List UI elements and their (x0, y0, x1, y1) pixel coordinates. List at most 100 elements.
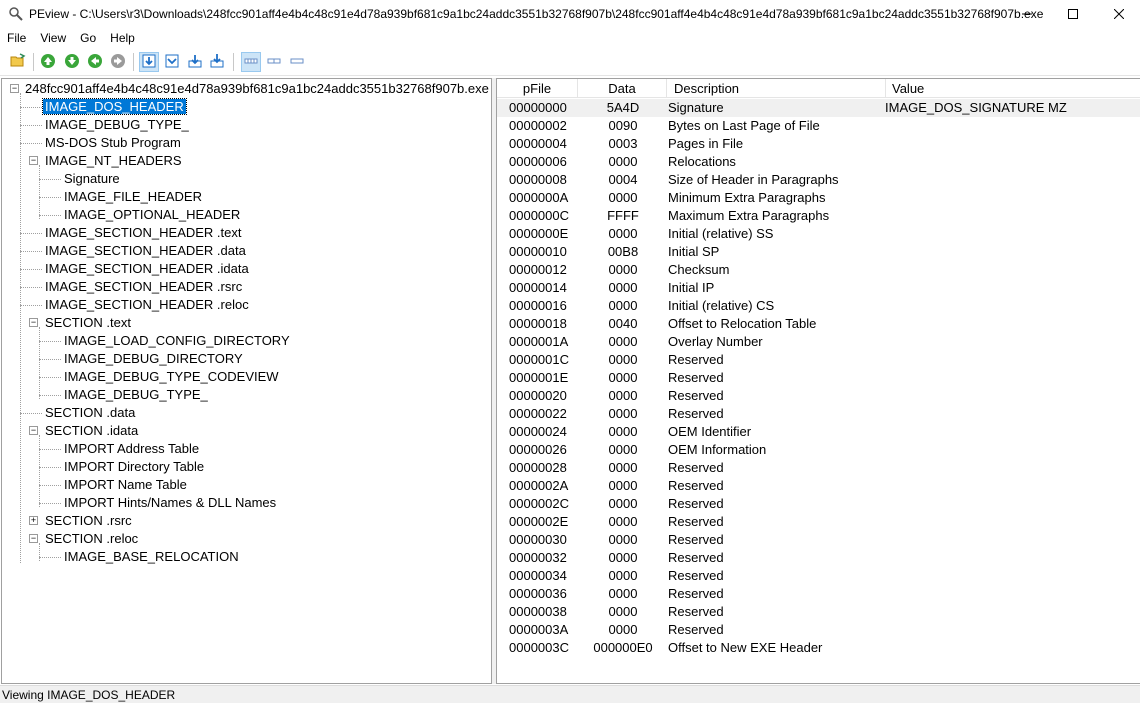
table-row[interactable]: 0000001A 0000 Overlay Number (497, 333, 1140, 351)
table-row[interactable]: 00000028 0000 Reserved (497, 459, 1140, 477)
table-row[interactable]: 0000000A 0000 Minimum Extra Paragraphs (497, 189, 1140, 207)
tree-item-import-directory-table[interactable]: IMPORT Directory Table (62, 458, 206, 476)
tree-item-section-header-reloc[interactable]: IMAGE_SECTION_HEADER .reloc (43, 296, 251, 314)
tree-item-ms-dos-stub[interactable]: MS-DOS Stub Program (43, 134, 183, 152)
cell-description: Minimum Extra Paragraphs (668, 190, 826, 205)
cell-value (885, 531, 1135, 549)
table-row[interactable]: 0000001E 0000 Reserved (497, 369, 1140, 387)
view-words-button[interactable] (264, 52, 284, 72)
tree-item-section-text[interactable]: SECTION .text (43, 314, 133, 332)
view-dwords-button[interactable] (287, 52, 307, 72)
table-row[interactable]: 0000002A 0000 Reserved (497, 477, 1140, 495)
column-pfile[interactable]: pFile (497, 79, 578, 98)
table-row[interactable]: 00000006 0000 Relocations (497, 153, 1140, 171)
table-row[interactable]: 00000020 0000 Reserved (497, 387, 1140, 405)
minimize-button[interactable] (1004, 0, 1050, 29)
tree-item-section-header-rsrc[interactable]: IMAGE_SECTION_HEADER .rsrc (43, 278, 244, 296)
table-row[interactable]: 0000003A 0000 Reserved (497, 621, 1140, 639)
table-row[interactable]: 00000038 0000 Reserved (497, 603, 1140, 621)
view-details-button[interactable] (162, 52, 182, 72)
menu-file[interactable]: File (0, 29, 33, 48)
table-row[interactable]: 0000000C FFFF Maximum Extra Paragraphs (497, 207, 1140, 225)
column-description[interactable]: Description (667, 79, 886, 98)
tree-item-section-reloc[interactable]: SECTION .reloc (43, 530, 140, 548)
tree-item-image-debug-type[interactable]: IMAGE_DEBUG_TYPE_ (43, 116, 191, 134)
section-reloc-collapse-toggle[interactable]: − (29, 534, 38, 543)
view-bytes-button[interactable] (241, 52, 261, 72)
tree-item-section-header-text[interactable]: IMAGE_SECTION_HEADER .text (43, 224, 244, 242)
tree-item-section-rsrc[interactable]: SECTION .rsrc (43, 512, 134, 530)
view-raw-button[interactable] (139, 52, 159, 72)
tree-item-image-file-header[interactable]: IMAGE_FILE_HEADER (62, 188, 204, 206)
maximize-icon (1068, 7, 1078, 22)
table-row[interactable]: 0000000E 0000 Initial (relative) SS (497, 225, 1140, 243)
table-row[interactable]: 0000003C 000000E0 Offset to New EXE Header (497, 639, 1140, 657)
go-down-button[interactable] (62, 52, 82, 72)
tree-item-root[interactable]: 248fcc901aff4e4b4c48c91e4d78a939bf681c9a… (23, 80, 491, 98)
cell-value (885, 477, 1135, 495)
section-rsrc-expand-toggle[interactable]: + (29, 516, 38, 525)
column-value[interactable]: Value (886, 79, 1140, 98)
table-row[interactable]: 00000032 0000 Reserved (497, 549, 1140, 567)
maximize-button[interactable] (1050, 0, 1096, 29)
back-button[interactable] (85, 52, 105, 72)
column-data[interactable]: Data (578, 79, 667, 98)
tree-item-debug-type-codeview[interactable]: IMAGE_DEBUG_TYPE_CODEVIEW (62, 368, 281, 386)
table-row[interactable]: 0000002E 0000 Reserved (497, 513, 1140, 531)
table-row[interactable]: 00000022 0000 Reserved (497, 405, 1140, 423)
tree-item-image-optional-header[interactable]: IMAGE_OPTIONAL_HEADER (62, 206, 242, 224)
detail-list-view[interactable]: pFile Data Description Value 00000000 5A4… (496, 78, 1140, 684)
table-row[interactable]: 0000001C 0000 Reserved (497, 351, 1140, 369)
nt-headers-collapse-toggle[interactable]: − (29, 156, 38, 165)
close-button[interactable] (1096, 0, 1140, 29)
tree-item-image-nt-headers[interactable]: IMAGE_NT_HEADERS (43, 152, 184, 170)
tree-item-section-idata[interactable]: SECTION .idata (43, 422, 140, 440)
table-row[interactable]: 00000010 00B8 Initial SP (497, 243, 1140, 261)
table-row[interactable]: 00000036 0000 Reserved (497, 585, 1140, 603)
view-export-icon (187, 53, 203, 72)
view-import-button[interactable] (207, 52, 227, 72)
table-row[interactable]: 00000012 0000 Checksum (497, 261, 1140, 279)
go-up-button[interactable] (38, 52, 58, 72)
tree-item-section-data[interactable]: SECTION .data (43, 404, 137, 422)
status-bar: Viewing IMAGE_DOS_HEADER (0, 685, 1140, 703)
table-row[interactable]: 00000018 0040 Offset to Relocation Table (497, 315, 1140, 333)
tree-item-section-header-idata[interactable]: IMAGE_SECTION_HEADER .idata (43, 260, 251, 278)
table-row[interactable]: 00000016 0000 Initial (relative) CS (497, 297, 1140, 315)
tree-item-debug-directory[interactable]: IMAGE_DEBUG_DIRECTORY (62, 350, 245, 368)
menu-view[interactable]: View (33, 29, 73, 48)
cell-value (885, 621, 1135, 639)
open-button[interactable] (8, 52, 28, 72)
cell-data: 0000 (608, 280, 638, 295)
cell-description: Reserved (668, 622, 724, 637)
table-row[interactable]: 00000034 0000 Reserved (497, 567, 1140, 585)
table-row[interactable]: 00000030 0000 Reserved (497, 531, 1140, 549)
root-collapse-toggle[interactable]: − (10, 84, 19, 93)
table-row[interactable]: 00000024 0000 OEM Identifier (497, 423, 1140, 441)
tree-item-image-dos-header[interactable]: IMAGE_DOS_HEADER (42, 98, 187, 116)
table-row[interactable]: 00000026 0000 OEM Information (497, 441, 1140, 459)
forward-button[interactable] (108, 52, 128, 72)
cell-pfile: 00000022 (509, 406, 567, 421)
tree-item-import-hints-names[interactable]: IMPORT Hints/Names & DLL Names (62, 494, 278, 512)
table-row[interactable]: 00000000 5A4D Signature IMAGE_DOS_SIGNATURE… (497, 99, 1140, 117)
table-row[interactable]: 0000002C 0000 Reserved (497, 495, 1140, 513)
tree-view[interactable]: − 248fcc901aff4e4b4c48c91e4d78a939bf681c… (1, 78, 492, 684)
tree-item-import-address-table[interactable]: IMPORT Address Table (62, 440, 201, 458)
view-export-button[interactable] (185, 52, 205, 72)
back-icon (87, 53, 103, 72)
table-row[interactable]: 00000008 0004 Size of Header in Paragraphs (497, 171, 1140, 189)
menu-go[interactable]: Go (73, 29, 103, 48)
tree-item-signature[interactable]: Signature (62, 170, 122, 188)
tree-item-load-config-directory[interactable]: IMAGE_LOAD_CONFIG_DIRECTORY (62, 332, 292, 350)
table-row[interactable]: 00000002 0090 Bytes on Last Page of File (497, 117, 1140, 135)
tree-item-import-name-table[interactable]: IMPORT Name Table (62, 476, 189, 494)
menu-help[interactable]: Help (103, 29, 142, 48)
tree-item-section-header-data[interactable]: IMAGE_SECTION_HEADER .data (43, 242, 248, 260)
tree-item-image-base-relocation[interactable]: IMAGE_BASE_RELOCATION (62, 548, 241, 566)
tree-item-debug-type-sub[interactable]: IMAGE_DEBUG_TYPE_ (62, 386, 210, 404)
table-row[interactable]: 00000014 0000 Initial IP (497, 279, 1140, 297)
table-row[interactable]: 00000004 0003 Pages in File (497, 135, 1140, 153)
section-text-collapse-toggle[interactable]: − (29, 318, 38, 327)
section-idata-collapse-toggle[interactable]: − (29, 426, 38, 435)
